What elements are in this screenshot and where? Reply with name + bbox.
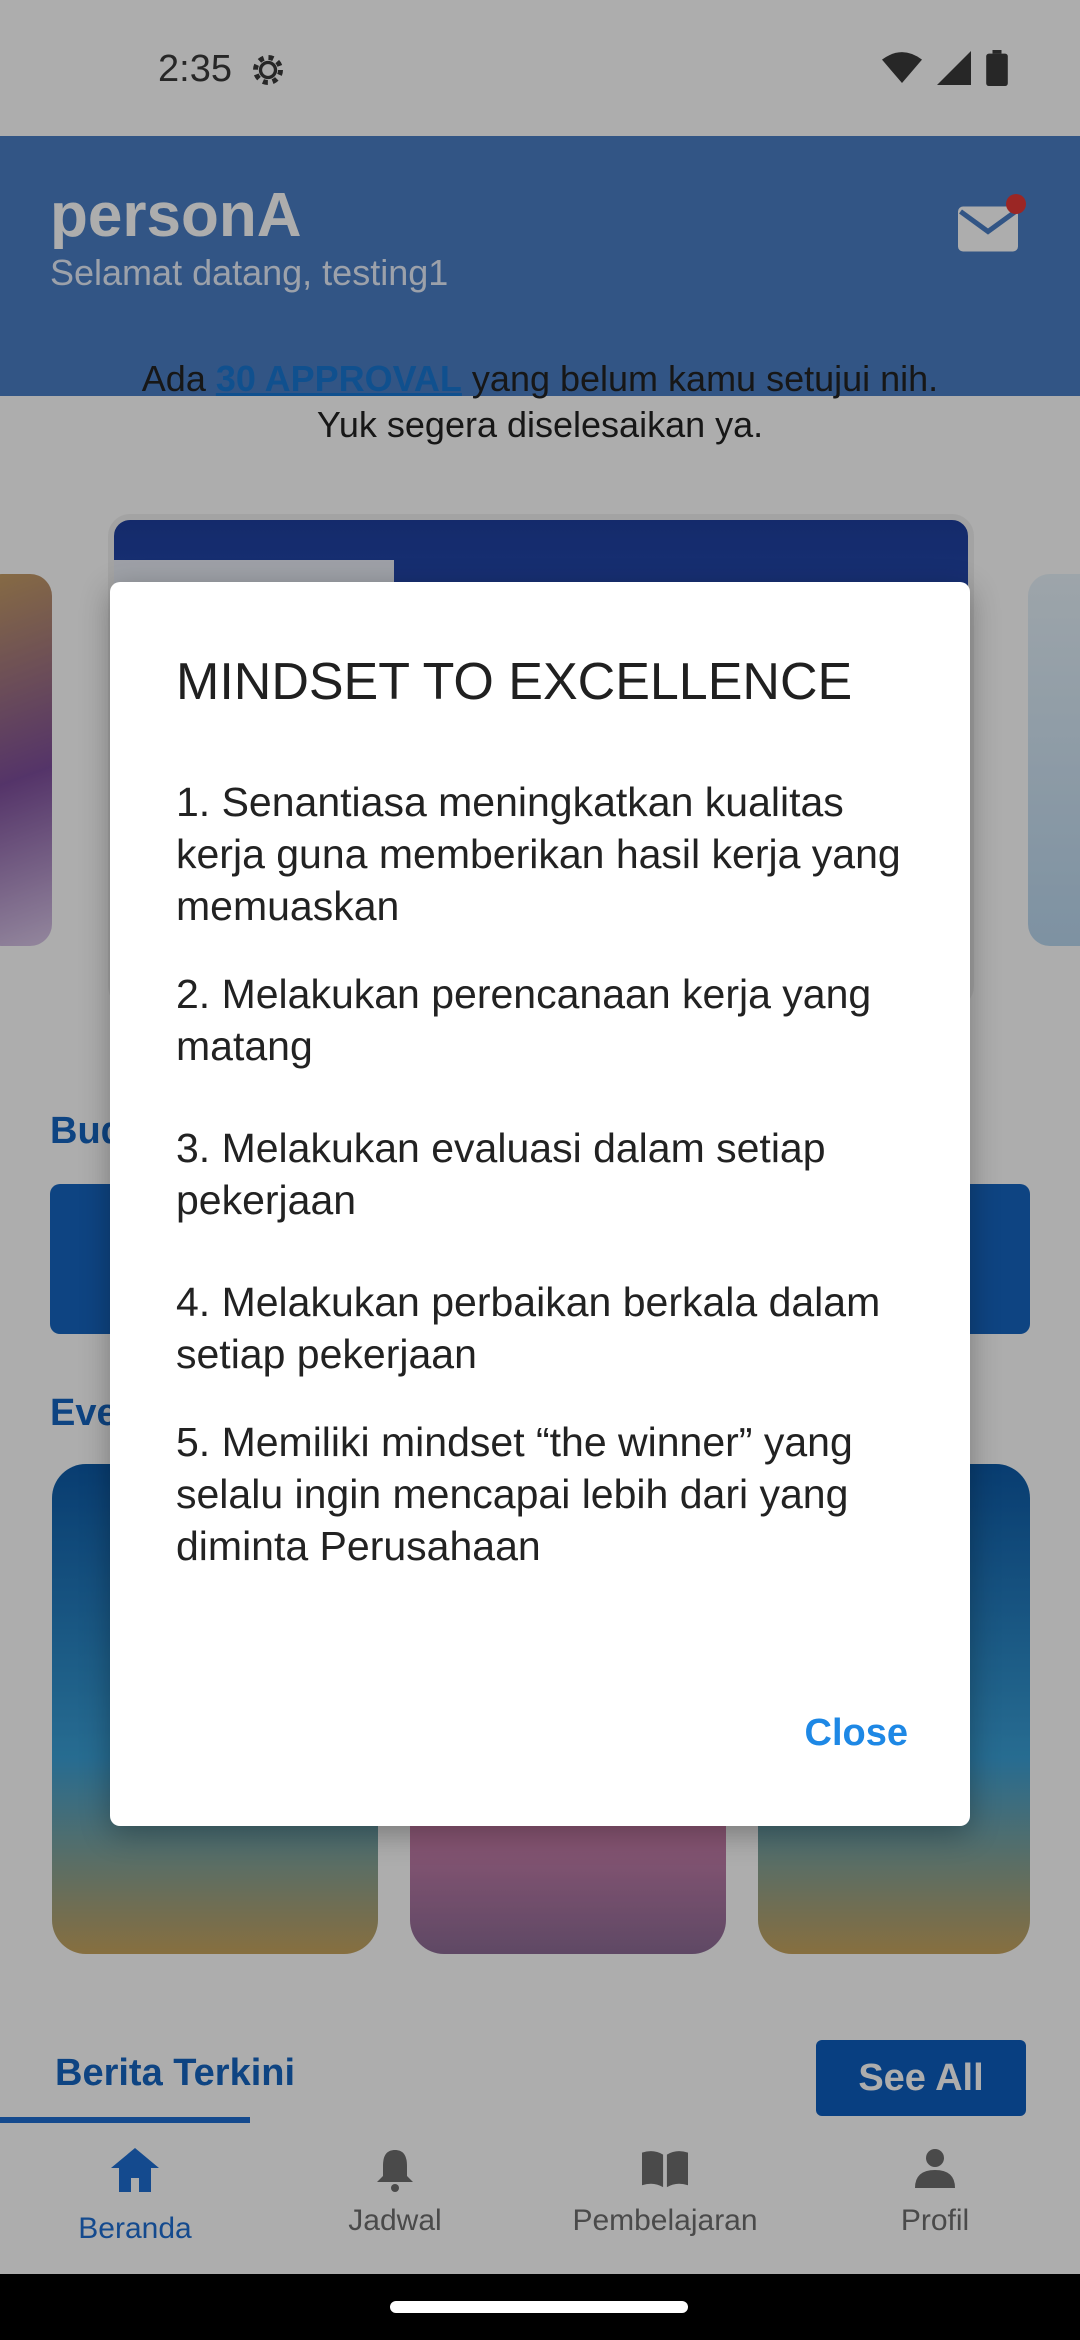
close-button[interactable]: Close	[805, 1712, 908, 1755]
dialog-item: 4. Melakukan perbaikan berkala dalam set…	[176, 1279, 881, 1377]
dialog-item: 2. Melakukan perencanaan kerja yang mata…	[176, 971, 872, 1069]
home-gesture-handle[interactable]	[390, 2301, 688, 2313]
mindset-dialog: MINDSET TO EXCELLENCE 1. Senantiasa meni…	[110, 582, 970, 1826]
screen: 2:35 personA Selamat datang, testing1 Ad…	[0, 0, 1080, 2340]
dialog-item: 1. Senantiasa meningkatkan kualitas kerj…	[176, 779, 901, 929]
dialog-title: MINDSET TO EXCELLENCE	[176, 653, 853, 711]
dialog-item: 5. Memiliki mindset “the winner” yang se…	[176, 1419, 853, 1569]
system-navigation-bar	[0, 2274, 1080, 2340]
dialog-item: 3. Melakukan evaluasi dalam setiap peker…	[176, 1125, 826, 1223]
